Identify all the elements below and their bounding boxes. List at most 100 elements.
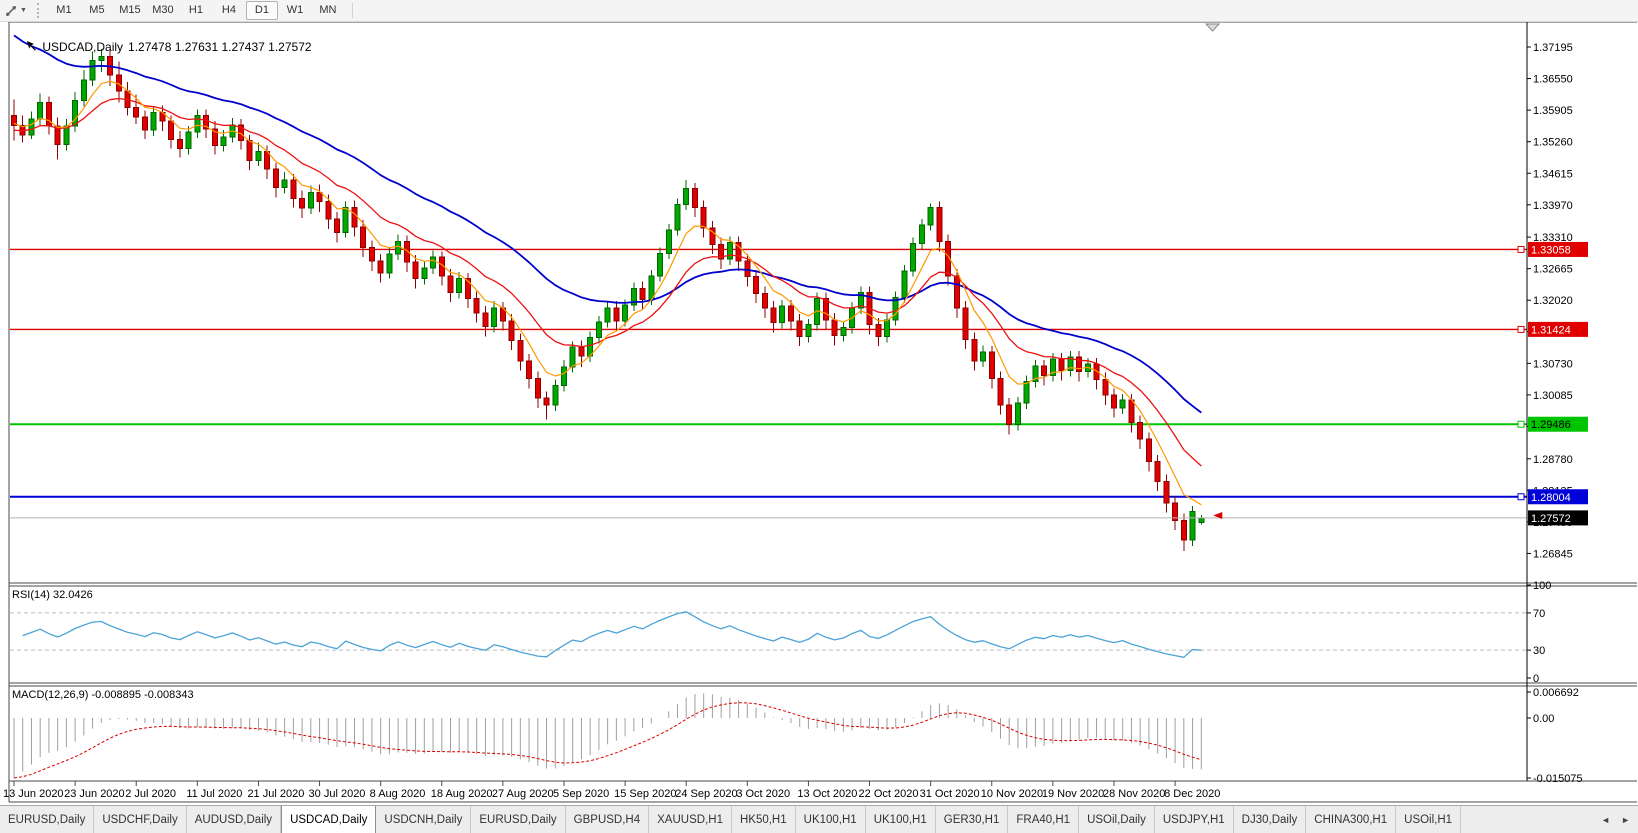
candle bbox=[509, 321, 514, 341]
timeframe-button-M5[interactable]: M5 bbox=[81, 1, 113, 20]
candle bbox=[649, 276, 654, 299]
timeframe-button-M30[interactable]: M30 bbox=[147, 1, 179, 20]
timeframe-button-M15[interactable]: M15 bbox=[114, 1, 146, 20]
price-tick-label: 1.35905 bbox=[1533, 105, 1573, 117]
chart-tab-5-EURUSD-Daily[interactable]: EURUSD,Daily bbox=[471, 806, 565, 833]
candle bbox=[177, 140, 182, 149]
candle bbox=[378, 261, 383, 273]
candle bbox=[142, 117, 147, 130]
candle bbox=[596, 322, 601, 338]
chart-canvas[interactable]: 1.371951.365501.359051.352601.346151.339… bbox=[0, 0, 1638, 833]
date-tick-label: 30 Jul 2020 bbox=[309, 788, 366, 800]
date-tick-label: 18 Aug 2020 bbox=[431, 788, 493, 800]
timeframe-button-MN[interactable]: MN bbox=[312, 1, 344, 20]
timeframe-button-H4[interactable]: H4 bbox=[213, 1, 245, 20]
candle bbox=[527, 361, 532, 379]
timeframe-button-H1[interactable]: H1 bbox=[180, 1, 212, 20]
candle bbox=[989, 352, 994, 378]
candle bbox=[422, 268, 427, 279]
candle bbox=[38, 103, 43, 120]
chart-tab-8-HK50-H1[interactable]: HK50,H1 bbox=[732, 806, 796, 833]
hline-handle[interactable] bbox=[1518, 246, 1524, 252]
chart-tab-6-GBPUSD-H4[interactable]: GBPUSD,H4 bbox=[566, 806, 649, 833]
chart-tab-15-DJ30-Daily[interactable]: DJ30,Daily bbox=[1234, 806, 1307, 833]
candle bbox=[911, 243, 916, 270]
date-tick-label: 8 Aug 2020 bbox=[370, 788, 426, 800]
chart-tab-7-XAUUSD-H1[interactable]: XAUUSD,H1 bbox=[649, 806, 732, 833]
chart-title-ohlc: 1.27478 1.27631 1.27437 1.27572 bbox=[128, 40, 312, 54]
chart-tab-1-USDCHF-Daily[interactable]: USDCHF,Daily bbox=[94, 806, 186, 833]
tab-scroll-buttons: ◄ ► bbox=[1597, 806, 1634, 833]
crosshair-cursor-icon bbox=[4, 4, 18, 18]
chart-tab-11-GER30-H1[interactable]: GER30,H1 bbox=[936, 806, 1009, 833]
hline-handle[interactable] bbox=[1518, 494, 1524, 500]
time-axis[interactable]: 13 Jun 202023 Jun 20202 Jul 202011 Jul 2… bbox=[3, 781, 1220, 800]
chart-tab-3-USDCAD-Daily[interactable]: USDCAD,Daily bbox=[281, 806, 376, 833]
candle bbox=[544, 398, 549, 405]
hline-handle[interactable] bbox=[1518, 421, 1524, 427]
date-tick-label: 31 Oct 2020 bbox=[920, 788, 980, 800]
tab-scroll-left-icon[interactable]: ◄ bbox=[1601, 815, 1610, 825]
price-tick-label: 1.35260 bbox=[1533, 137, 1573, 149]
chart-shift-marker-icon[interactable] bbox=[1206, 24, 1219, 31]
candle bbox=[1007, 405, 1012, 425]
candle bbox=[832, 320, 837, 336]
candle bbox=[972, 339, 977, 361]
chart-tab-12-FRA40-H1[interactable]: FRA40,H1 bbox=[1008, 806, 1079, 833]
chart-tab-2-AUDUSD-Daily[interactable]: AUDUSD,Daily bbox=[187, 806, 281, 833]
candle bbox=[666, 230, 671, 253]
candle bbox=[326, 201, 331, 219]
rsi-panel bbox=[10, 612, 1527, 658]
hline-handle[interactable] bbox=[1518, 326, 1524, 332]
price-axis[interactable]: 1.371951.365501.359051.352601.346151.339… bbox=[1518, 42, 1588, 785]
candle bbox=[553, 385, 558, 405]
candle bbox=[701, 207, 706, 228]
cursor-tool-button[interactable]: ▼ bbox=[4, 4, 27, 18]
chart-title: USDCAD,Daily 1.27478 1.27631 1.27437 1.2… bbox=[13, 26, 312, 68]
candle bbox=[352, 207, 357, 227]
chart-tab-14-USDJPY-H1[interactable]: USDJPY,H1 bbox=[1155, 806, 1234, 833]
ma-medium-red bbox=[14, 99, 1201, 467]
macd-axis-label: 0.006692 bbox=[1533, 687, 1579, 699]
date-tick-label: 28 Nov 2020 bbox=[1103, 788, 1165, 800]
candles bbox=[12, 49, 1204, 551]
date-tick-label: 5 Sep 2020 bbox=[553, 788, 609, 800]
ma-fast-orange bbox=[14, 81, 1201, 505]
chart-tab-10-UK100-H1[interactable]: UK100,H1 bbox=[866, 806, 936, 833]
candle bbox=[919, 225, 924, 244]
date-tick-label: 11 Jul 2020 bbox=[186, 788, 242, 800]
candle bbox=[841, 328, 846, 336]
chart-tab-0-EURUSD-Daily[interactable]: EURUSD,Daily bbox=[0, 806, 94, 833]
toolbar-grip[interactable] bbox=[37, 3, 39, 18]
macd-axis-label: -0.015075 bbox=[1533, 773, 1583, 785]
candle bbox=[317, 193, 322, 202]
candle bbox=[806, 325, 811, 337]
current-price-label: 1.27572 bbox=[1531, 513, 1571, 525]
candle bbox=[1190, 512, 1195, 540]
price-tick-label: 1.30085 bbox=[1533, 390, 1573, 402]
timeframe-button-W1[interactable]: W1 bbox=[279, 1, 311, 20]
timeframe-button-D1[interactable]: D1 bbox=[246, 1, 278, 20]
candle bbox=[308, 193, 313, 209]
chart-tab-13-USOil-Daily[interactable]: USOil,Daily bbox=[1079, 806, 1155, 833]
hline-price-label: 1.28004 bbox=[1531, 492, 1571, 504]
date-tick-label: 8 Dec 2020 bbox=[1164, 788, 1220, 800]
candle bbox=[474, 298, 479, 313]
chart-tab-4-USDCNH-Daily[interactable]: USDCNH,Daily bbox=[376, 806, 471, 833]
chart-tab-9-UK100-H1[interactable]: UK100,H1 bbox=[796, 806, 866, 833]
date-tick-label: 2 Jul 2020 bbox=[125, 788, 176, 800]
candle bbox=[684, 189, 689, 205]
candle bbox=[273, 169, 278, 188]
candle bbox=[64, 126, 69, 145]
candle bbox=[169, 121, 174, 140]
candle bbox=[605, 308, 610, 322]
candle bbox=[780, 306, 785, 323]
candle bbox=[457, 279, 462, 293]
price-tick-label: 1.34615 bbox=[1533, 168, 1573, 180]
timeframe-button-M1[interactable]: M1 bbox=[48, 1, 80, 20]
candle bbox=[247, 141, 252, 161]
tab-scroll-right-icon[interactable]: ► bbox=[1621, 815, 1630, 825]
chart-tab-17-USOil-H1[interactable]: USOil,H1 bbox=[1396, 806, 1461, 833]
chart-tab-16-CHINA300-H1[interactable]: CHINA300,H1 bbox=[1306, 806, 1396, 833]
price-tick-label: 1.37195 bbox=[1533, 42, 1573, 54]
